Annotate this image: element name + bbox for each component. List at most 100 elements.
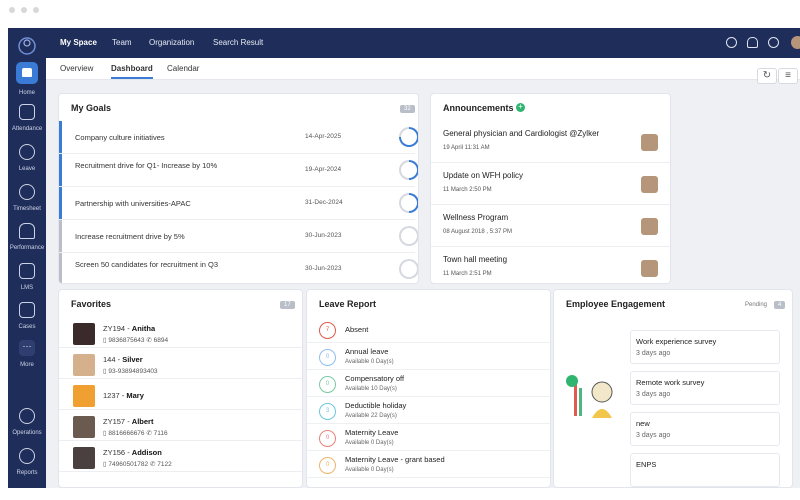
cases-icon (19, 302, 35, 318)
rail-item-lms[interactable]: LMS (8, 263, 46, 291)
rail-item-leave[interactable]: Leave (8, 144, 46, 172)
employee-id: ZY157 (103, 417, 126, 426)
window-dot-icon (33, 7, 39, 13)
announcement-item[interactable]: General physician and Cardiologist @Zylk… (431, 121, 670, 163)
name-separator: - (125, 417, 132, 426)
survey-title: new (636, 419, 650, 428)
nav-search-result[interactable]: Search Result (213, 38, 263, 47)
leave-type-name: Maternity Leave (345, 428, 399, 437)
refresh-icon[interactable]: ↻ (757, 68, 777, 84)
announcement-item[interactable]: Wellness Program 08 August 2018 , 5:37 PM (431, 205, 670, 247)
announcement-date: 19 April 11:31 AM (443, 145, 490, 151)
rail-item-reports[interactable]: Reports (8, 448, 46, 476)
avatar[interactable] (791, 36, 800, 49)
goal-row[interactable]: Increase recruitment drive by 5% 30-Jun-2… (59, 220, 418, 253)
leave-availability: Available 22 Day(s) (345, 413, 397, 419)
goal-title: Recruitment drive for Q1- Increase by 10… (75, 161, 218, 170)
add-icon[interactable]: + (516, 103, 525, 112)
survey-card[interactable]: Work experience survey 3 days ago (630, 330, 780, 364)
favorite-item[interactable]: 1237 - Mary (59, 380, 302, 410)
favorite-item[interactable]: ZY194 - Anitha ▯ 9836875643 ✆ 6894 (59, 318, 302, 348)
employee-name: Silver (122, 355, 143, 364)
employee-name: Mary (126, 391, 144, 400)
leave-type-name: Annual leave (345, 347, 389, 356)
leave-availability: Available 0 Day(s) (345, 359, 394, 365)
employee-extension: 6894 (153, 337, 169, 344)
bell-icon[interactable] (747, 37, 758, 48)
nav-team[interactable]: Team (112, 38, 132, 47)
search-icon[interactable] (726, 37, 737, 48)
survey-card[interactable]: new 3 days ago (630, 412, 780, 446)
goal-progress-ring (399, 127, 418, 147)
goal-row[interactable]: Recruitment drive for Q1- Increase by 10… (59, 154, 418, 187)
gear-icon[interactable] (768, 37, 779, 48)
goal-row[interactable]: Screen 50 candidates for recruitment in … (59, 253, 418, 283)
goal-title: Screen 50 candidates for recruitment in … (75, 260, 218, 269)
survey-title: ENPS (636, 460, 657, 469)
count-badge: 17 (280, 301, 295, 309)
rail-item-home[interactable]: Home (8, 62, 46, 96)
rail-label: Cases (18, 324, 36, 330)
leave-type-item[interactable]: 0 Compensatory off Available 10 Day(s) (307, 370, 550, 397)
employee-id: 1237 (103, 391, 120, 400)
tab-dashboard[interactable]: Dashboard (111, 64, 153, 79)
leave-type-item[interactable]: 7 Absent (307, 316, 550, 343)
leave-count-circle: 0 (319, 376, 336, 393)
filter-icon[interactable]: ≡ (778, 68, 798, 84)
survey-card[interactable]: ENPS (630, 453, 780, 487)
leave-count-circle: 0 (319, 430, 336, 447)
employee-name-line: ZY156 - Addison (103, 448, 162, 457)
announcement-title: Town hall meeting (443, 255, 508, 264)
leave-type-name: Maternity Leave - grant based (345, 455, 445, 464)
goal-date: 30-Jun-2023 (305, 265, 342, 272)
goal-title: Partnership with universities-APAC (75, 199, 191, 208)
leave-type-name: Compensatory off (345, 374, 405, 383)
favorite-item[interactable]: ZY157 - Albert ▯ 8816666676 ✆ 7116 (59, 411, 302, 441)
rail-item-more[interactable]: ··· More (8, 340, 46, 368)
announcements-card: Announcements + General physician and Ca… (430, 93, 671, 284)
tab-calendar[interactable]: Calendar (167, 64, 199, 73)
rail-item-cases[interactable]: Cases (8, 302, 46, 330)
announcement-item[interactable]: Update on WFH policy 11 March 2:50 PM (431, 163, 670, 205)
goal-progress-ring (399, 226, 418, 246)
rail-item-operations[interactable]: Operations (8, 408, 46, 436)
survey-title: Remote work survey (636, 378, 705, 387)
announcement-title: Wellness Program (443, 213, 509, 222)
favorite-item[interactable]: ZY156 - Addison ▯ 74960501782 ✆ 7122 (59, 442, 302, 472)
goal-status-bar (59, 154, 62, 186)
rail-item-timesheet[interactable]: Timesheet (8, 184, 46, 212)
goal-row[interactable]: Company culture initiatives 14-Apr-2025 (59, 121, 418, 154)
rail-label: Leave (18, 166, 36, 172)
survey-age: 3 days ago (636, 432, 671, 439)
leave-type-item[interactable]: 0 Maternity Leave - grant based Available … (307, 451, 550, 478)
home-icon (16, 62, 38, 84)
goal-progress-ring (399, 259, 418, 279)
dashboard-content: My Goals 32 Company culture initiatives 1… (46, 80, 800, 488)
tab-overview[interactable]: Overview (60, 64, 93, 73)
rail-item-attendance[interactable]: Attendance (8, 104, 46, 132)
leave-type-item[interactable]: 0 Maternity Leave Available 0 Day(s) (307, 424, 550, 451)
leave-type-item[interactable]: 3 Deductible holiday Available 22 Day(s) (307, 397, 550, 424)
leave-availability: Available 0 Day(s) (345, 440, 394, 446)
goal-row[interactable]: Partnership with universities-APAC 31-Dec… (59, 187, 418, 220)
card-title: Favorites (71, 299, 112, 309)
rail-item-performance[interactable]: Performance (8, 223, 46, 251)
leave-count-circle: 3 (319, 403, 336, 420)
favorite-item[interactable]: 144 - Silver ▯ 93-93894893403 (59, 349, 302, 379)
leave-type-item[interactable]: 0 Annual leave Available 0 Day(s) (307, 343, 550, 370)
card-title: Announcements (443, 103, 514, 113)
survey-card[interactable]: Remote work survey 3 days ago (630, 371, 780, 405)
window-dot-icon (21, 7, 27, 13)
employee-contact: ▯ 74960501782 ✆ 7122 (103, 460, 172, 468)
nav-organization[interactable]: Organization (149, 38, 194, 47)
announcement-item[interactable]: Town hall meeting 11 March 2:51 PM (431, 247, 670, 283)
nav-my-space[interactable]: My Space (60, 38, 97, 47)
leave-count-circle: 7 (319, 322, 336, 339)
more-dots-icon: ··· (19, 340, 35, 356)
goal-date: 31-Dec-2024 (305, 199, 343, 206)
goal-status-bar (59, 121, 62, 153)
window-dot-icon (9, 7, 15, 13)
employee-name: Addison (131, 448, 162, 457)
leave-report-card: Leave Report 7 Absent 0 Annual leave Availab… (306, 289, 551, 488)
name-separator: - (125, 448, 132, 457)
